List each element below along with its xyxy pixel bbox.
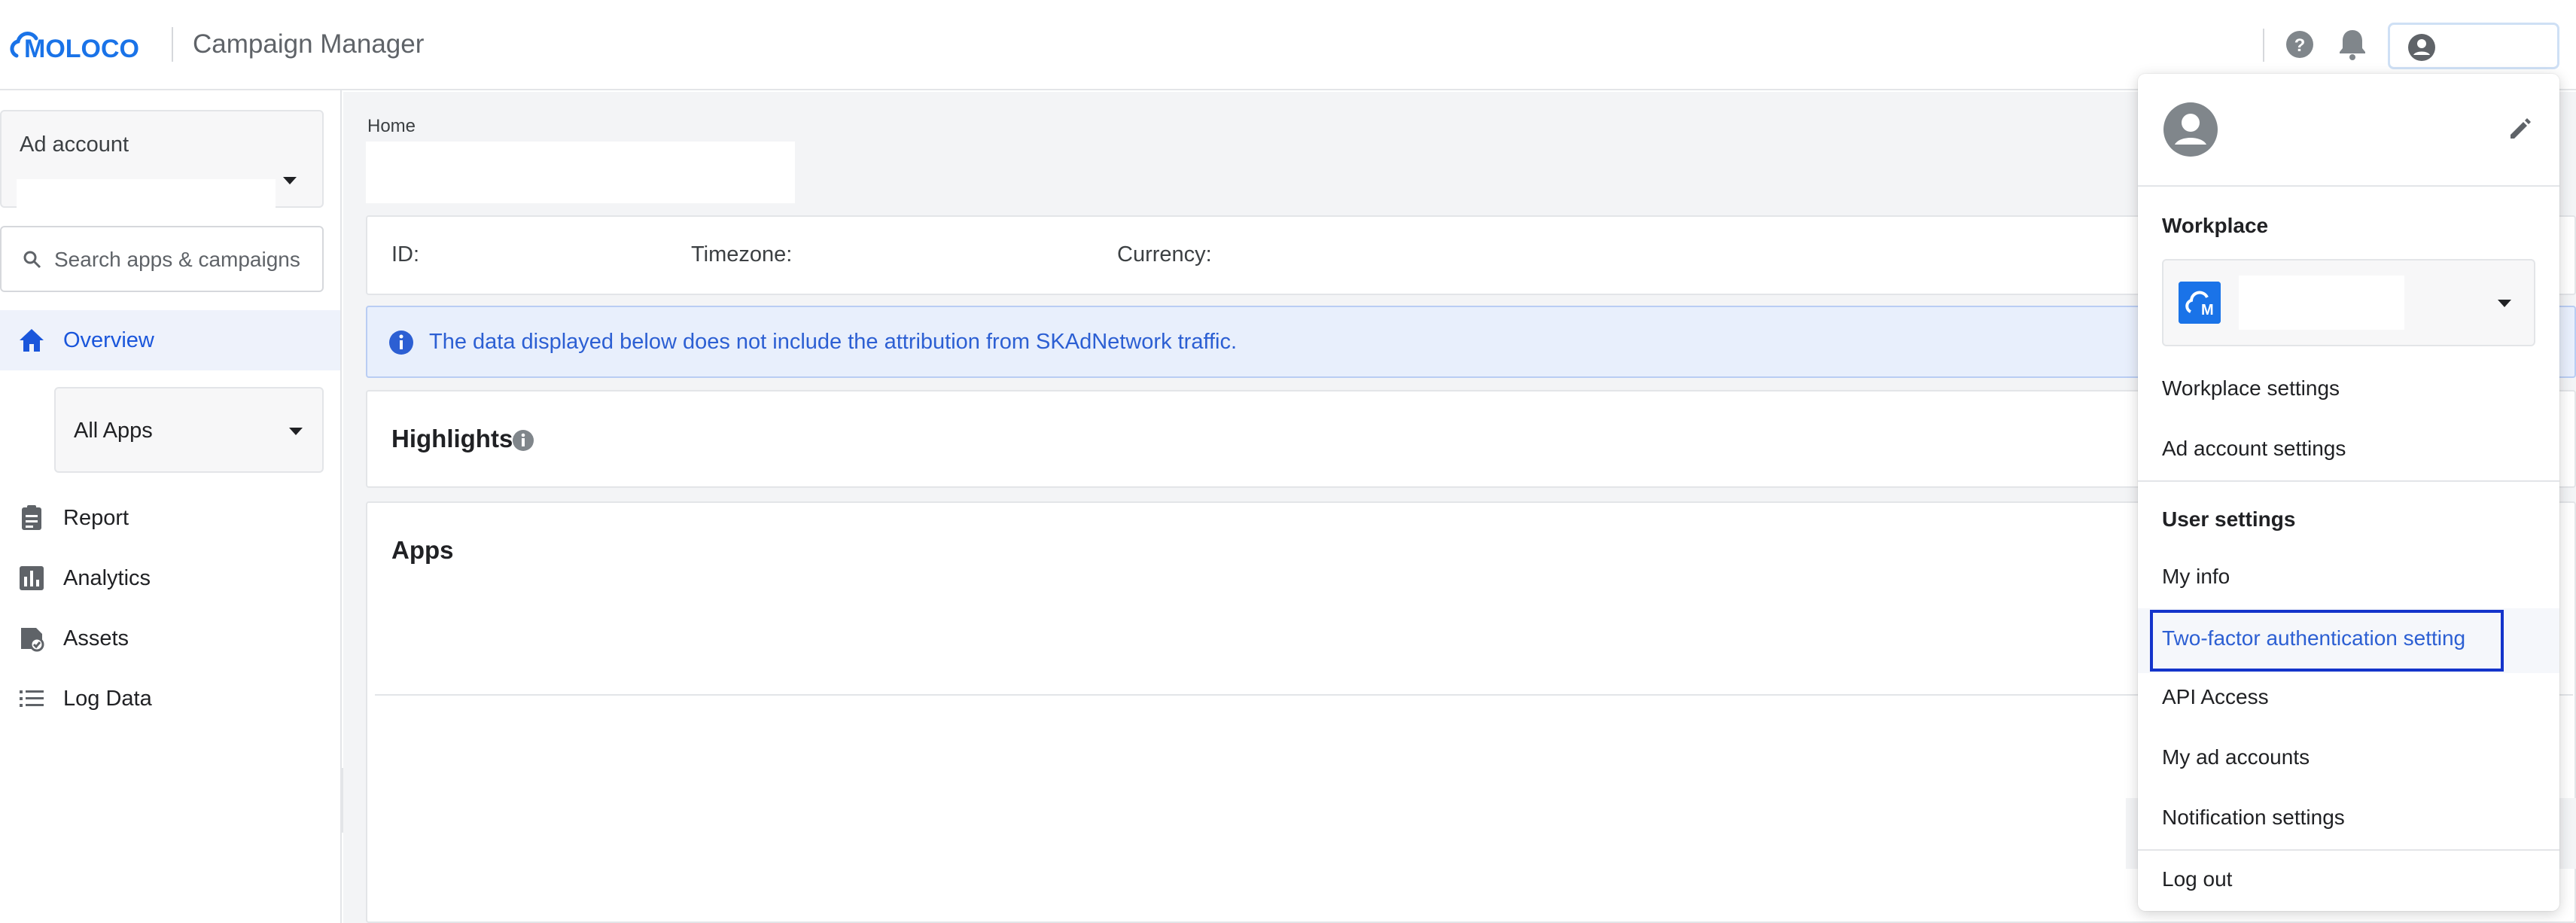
search-box[interactable] — [0, 226, 324, 292]
bell-icon[interactable] — [2337, 27, 2368, 62]
sidebar-item-assets[interactable]: Assets — [0, 608, 340, 669]
avatar-icon — [2163, 102, 2218, 157]
breadcrumb[interactable]: Home — [367, 116, 416, 137]
id-label: ID: — [391, 242, 420, 267]
edit-pencil-icon[interactable] — [2507, 116, 2532, 142]
account-dropdown-menu: Workplace M Workplace settings Ad accoun… — [2138, 74, 2559, 911]
sidebar-item-report[interactable]: Report — [0, 488, 340, 548]
sidebar-item-overview[interactable]: Overview — [0, 310, 340, 370]
ad-account-label: Ad account — [20, 133, 129, 157]
search-icon — [23, 251, 41, 269]
svg-text:M: M — [2201, 302, 2214, 318]
app-title: Campaign Manager — [193, 29, 425, 59]
sidebar-item-label: Overview — [63, 328, 154, 352]
menu-item-notification-settings[interactable]: Notification settings — [2162, 806, 2345, 830]
workplace-selector[interactable]: M — [2162, 259, 2535, 346]
info-icon[interactable] — [512, 429, 534, 452]
page-title — [366, 142, 795, 203]
chevron-down-icon — [289, 428, 303, 435]
notice-text: The data displayed below does not includ… — [429, 330, 1238, 354]
timezone-label: Timezone: — [691, 242, 793, 267]
sidebar: Ad account Overview All Apps Report — [0, 90, 342, 923]
sidebar-item-label: Log Data — [63, 687, 152, 711]
app-filter-value: All Apps — [74, 419, 153, 443]
menu-item-my-ad-accounts[interactable]: My ad accounts — [2162, 745, 2310, 769]
currency-label: Currency: — [1117, 242, 1212, 267]
divider — [2138, 849, 2559, 851]
menu-item-two-factor-auth[interactable]: Two-factor authentication setting — [2150, 610, 2504, 672]
bar-chart-icon — [20, 566, 44, 590]
list-icon — [20, 690, 44, 707]
moloco-logo[interactable]: MOLOCO — [6, 23, 161, 68]
user-settings-section-title: User settings — [2162, 507, 2296, 531]
sidebar-item-label: Report — [63, 506, 129, 530]
info-icon — [389, 331, 413, 355]
search-input[interactable] — [54, 239, 318, 280]
divider — [2138, 480, 2559, 482]
menu-item-log-out[interactable]: Log out — [2162, 867, 2232, 891]
moloco-logo-icon: MOLOCO — [10, 32, 139, 63]
menu-item-workplace-settings[interactable]: Workplace settings — [2162, 376, 2340, 401]
account-circle-icon — [2408, 34, 2435, 61]
header-divider — [172, 27, 173, 62]
account-menu-button[interactable] — [2388, 23, 2559, 69]
sidebar-item-label: Assets — [63, 626, 129, 650]
svg-text:?: ? — [2294, 35, 2306, 56]
menu-item-ad-account-settings[interactable]: Ad account settings — [2162, 437, 2346, 461]
workplace-name — [2239, 276, 2404, 330]
chevron-down-icon — [283, 177, 297, 184]
clipboard-icon — [22, 505, 41, 530]
divider — [2138, 185, 2559, 187]
sidebar-item-label: Analytics — [63, 566, 151, 590]
header-divider-right — [2263, 29, 2264, 62]
highlights-title: Highlights — [391, 425, 513, 452]
menu-item-api-access[interactable]: API Access — [2162, 685, 2269, 709]
menu-item-my-info[interactable]: My info — [2162, 565, 2230, 589]
app-filter-dropdown[interactable]: All Apps — [54, 387, 324, 473]
workplace-logo-icon: M — [2179, 282, 2221, 324]
sidebar-item-analytics[interactable]: Analytics — [0, 548, 340, 608]
ad-account-value — [17, 179, 276, 218]
workplace-section-title: Workplace — [2162, 214, 2269, 237]
sidebar-item-log-data[interactable]: Log Data — [0, 669, 340, 729]
ad-account-selector[interactable]: Ad account — [0, 110, 324, 218]
home-icon — [20, 329, 44, 352]
svg-text:MOLOCO: MOLOCO — [24, 35, 139, 63]
help-icon[interactable]: ? — [2284, 29, 2316, 60]
assets-icon — [21, 628, 44, 652]
chevron-down-icon — [2498, 300, 2511, 307]
apps-title: Apps — [391, 536, 454, 564]
